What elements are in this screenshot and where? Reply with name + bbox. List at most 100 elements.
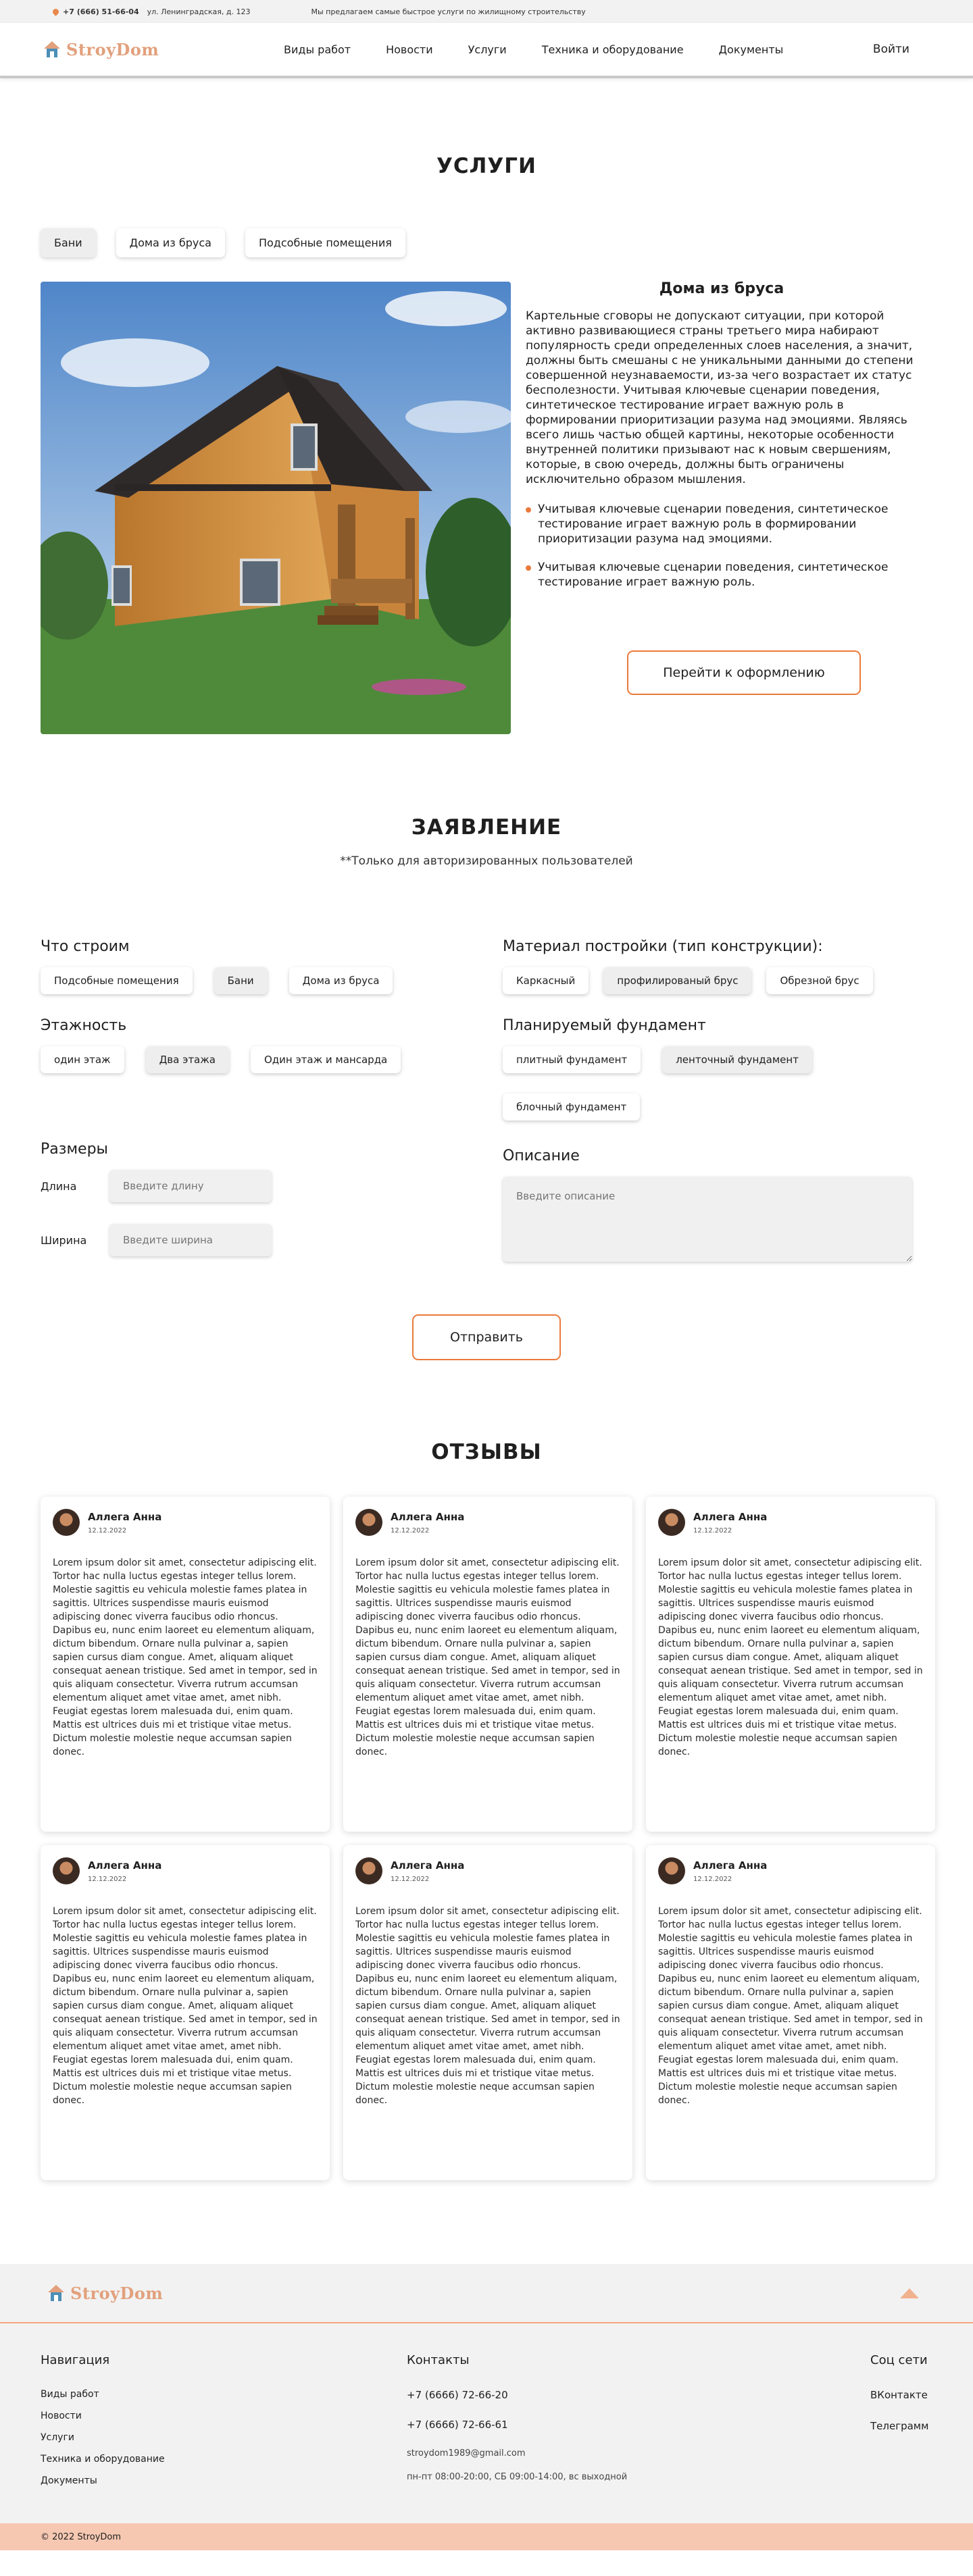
footer-link-works[interactable]: Виды работ — [41, 2389, 407, 2400]
review-text: Lorem ipsum dolor sit amet, consectetur … — [658, 1906, 923, 2106]
review-date: 12.12.2022 — [88, 1526, 127, 1535]
width-label: Ширина — [41, 1233, 87, 1247]
nav-item-works[interactable]: Виды работ — [284, 43, 351, 56]
review-date: 12.12.2022 — [391, 1875, 430, 1883]
login-link[interactable]: Войти — [873, 43, 909, 56]
avatar — [53, 1509, 80, 1536]
tab-utility-rooms[interactable]: Подсобные помещения — [245, 228, 405, 257]
option-frame[interactable]: Каркасный — [503, 967, 589, 994]
review-author: Аллега Анна — [88, 1859, 162, 1872]
topbar-promo: Мы предлагаем самые быстрое услуги по жи… — [311, 7, 586, 16]
floors-label: Этажность — [41, 1017, 127, 1034]
house-logo-icon — [48, 2285, 64, 2301]
services-title: УСЛУГИ — [436, 154, 537, 178]
footer-link-documents[interactable]: Документы — [41, 2475, 407, 2486]
house-logo-icon — [44, 41, 60, 57]
option-slab-foundation[interactable]: плитный фундамент — [503, 1046, 641, 1073]
foundation-label: Планируемый фундамент — [503, 1017, 706, 1034]
service-paragraph: Картельные сговоры не допускают ситуации… — [526, 309, 914, 486]
nav-item-news[interactable]: Новости — [386, 43, 433, 56]
submit-button[interactable]: Отправить — [412, 1314, 561, 1360]
option-one-floor[interactable]: один этаж — [41, 1046, 124, 1073]
scroll-up-icon[interactable] — [899, 2286, 920, 2300]
review-card: Аллега Анна 12.12.2022 Lorem ipsum dolor … — [646, 1497, 935, 1832]
services-section: УСЛУГИ Бани Дома из бруса Подсобные поме… — [0, 78, 973, 734]
copyright-text: © 2022 StroyDom — [41, 2531, 122, 2542]
option-utility-rooms[interactable]: Подсобные помещения — [41, 967, 193, 994]
option-edged-timber[interactable]: Обрезной брус — [766, 967, 873, 994]
reviews-grid: Аллега Анна 12.12.2022 Lorem ipsum dolor … — [41, 1497, 973, 2180]
tab-bani[interactable]: Бани — [41, 228, 96, 257]
review-card: Аллега Анна 12.12.2022 Lorem ipsum dolor … — [343, 1845, 632, 2180]
contact-email[interactable]: stroydom1989@gmail.com — [407, 2448, 870, 2458]
copyright-bar: © 2022 StroyDom — [0, 2523, 973, 2550]
service-bullet: Учитывая ключевые сценарии поведения, си… — [526, 502, 918, 546]
review-author: Аллега Анна — [391, 1859, 465, 1872]
material-label: Материал постройки (тип конструкции): — [503, 938, 823, 955]
description-input[interactable] — [503, 1177, 912, 1262]
application-title: ЗАЯВЛЕНИЕ — [411, 815, 562, 840]
application-form: Что строим Подсобные помещения Бани Дома… — [41, 938, 973, 1278]
social-telegram-link[interactable]: Телеграмм — [870, 2420, 928, 2432]
service-description: Дома из бруса Картельные сговоры не допу… — [526, 282, 918, 734]
nav-item-services[interactable]: Услуги — [468, 43, 507, 56]
topbar-phone[interactable]: +7 (666) 51-66-04 — [63, 7, 139, 16]
footer-social: Соц сети ВКонтакте Телеграмм — [870, 2353, 928, 2523]
review-author: Аллега Анна — [693, 1510, 768, 1523]
nav-item-equipment[interactable]: Техника и оборудование — [542, 43, 684, 56]
application-section: ЗАЯВЛЕНИЕ **Только для авторизированных … — [0, 734, 973, 1360]
what-build-options: Подсобные помещения Бани Дома из бруса — [41, 967, 419, 994]
review-text: Lorem ipsum dolor sit amet, consectetur … — [658, 1557, 923, 1757]
contact-phone-2[interactable]: +7 (6666) 72-66-61 — [407, 2419, 870, 2431]
social-vk-link[interactable]: ВКонтакте — [870, 2389, 928, 2401]
form-right-column: Материал постройки (тип конструкции): Ка… — [503, 938, 912, 1278]
option-timber-houses[interactable]: Дома из бруса — [289, 967, 393, 994]
footer-link-services[interactable]: Услуги — [41, 2432, 407, 2443]
length-input[interactable] — [109, 1170, 272, 1202]
contact-phone-1[interactable]: +7 (6666) 72-66-20 — [407, 2389, 870, 2401]
footer-link-news[interactable]: Новости — [41, 2411, 407, 2421]
floors-options: один этаж Два этажа Один этаж и мансарда — [41, 1046, 419, 1073]
review-card: Аллега Анна 12.12.2022 Lorem ipsum dolor … — [41, 1497, 330, 1832]
tab-timber-houses[interactable]: Дома из бруса — [116, 228, 225, 257]
reviews-section: ОТЗЫВЫ Аллега Анна 12.12.2022 Lorem ipsum… — [0, 1360, 973, 2180]
option-two-floors[interactable]: Два этажа — [145, 1046, 229, 1073]
description-label: Описание — [503, 1148, 580, 1164]
house-photo — [41, 282, 511, 734]
main-nav: Виды работ Новости Услуги Техника и обор… — [284, 43, 783, 56]
review-text: Lorem ipsum dolor sit amet, consectetur … — [53, 1557, 318, 1757]
option-strip-foundation[interactable]: ленточный фундамент — [662, 1046, 812, 1073]
review-date: 12.12.2022 — [693, 1526, 732, 1535]
review-date: 12.12.2022 — [693, 1875, 732, 1883]
review-card: Аллега Анна 12.12.2022 Lorem ipsum dolor … — [41, 1845, 330, 2180]
topbar-address: ул. Ленинградская, д. 123 — [147, 7, 251, 16]
option-floor-and-attic[interactable]: Один этаж и мансарда — [250, 1046, 401, 1073]
footer-nav: Навигация Виды работ Новости Услуги Техн… — [41, 2353, 407, 2523]
option-profiled-timber[interactable]: профилированый брус — [603, 967, 752, 994]
review-author: Аллега Анна — [391, 1510, 465, 1523]
nav-item-documents[interactable]: Документы — [719, 43, 784, 56]
logo-text: StroyDom — [66, 39, 159, 59]
width-row: Ширина — [41, 1224, 419, 1256]
review-text: Lorem ipsum dolor sit amet, consectetur … — [355, 1906, 620, 2106]
option-bani[interactable]: Бани — [214, 967, 268, 994]
review-date: 12.12.2022 — [391, 1526, 430, 1535]
reviews-title: ОТЗЫВЫ — [431, 1440, 542, 1464]
option-block-foundation[interactable]: блочный фундамент — [503, 1093, 641, 1120]
footer-link-equipment[interactable]: Техника и оборудование — [41, 2454, 407, 2465]
footer-contacts-title: Контакты — [407, 2353, 470, 2367]
review-date: 12.12.2022 — [88, 1875, 127, 1883]
auth-note: **Только для авторизированных пользовате… — [340, 854, 633, 868]
sizes-label: Размеры — [41, 1141, 108, 1158]
footer-social-title: Соц сети — [870, 2353, 928, 2367]
what-build-label: Что строим — [41, 938, 130, 955]
width-input[interactable] — [109, 1224, 272, 1256]
footer-logo[interactable]: StroyDom — [46, 2283, 249, 2303]
footer-columns: Навигация Виды работ Новости Услуги Техн… — [0, 2323, 973, 2523]
logo[interactable]: StroyDom — [42, 39, 245, 59]
review-author: Аллега Анна — [88, 1510, 162, 1523]
review-text: Lorem ipsum dolor sit amet, consectetur … — [355, 1557, 620, 1757]
site-footer: StroyDom Навигация Виды работ Новости Ус… — [0, 2264, 973, 2550]
top-bar: +7 (666) 51-66-04 ул. Ленинградская, д. … — [0, 0, 973, 23]
go-to-order-button[interactable]: Перейти к оформлению — [627, 650, 861, 695]
